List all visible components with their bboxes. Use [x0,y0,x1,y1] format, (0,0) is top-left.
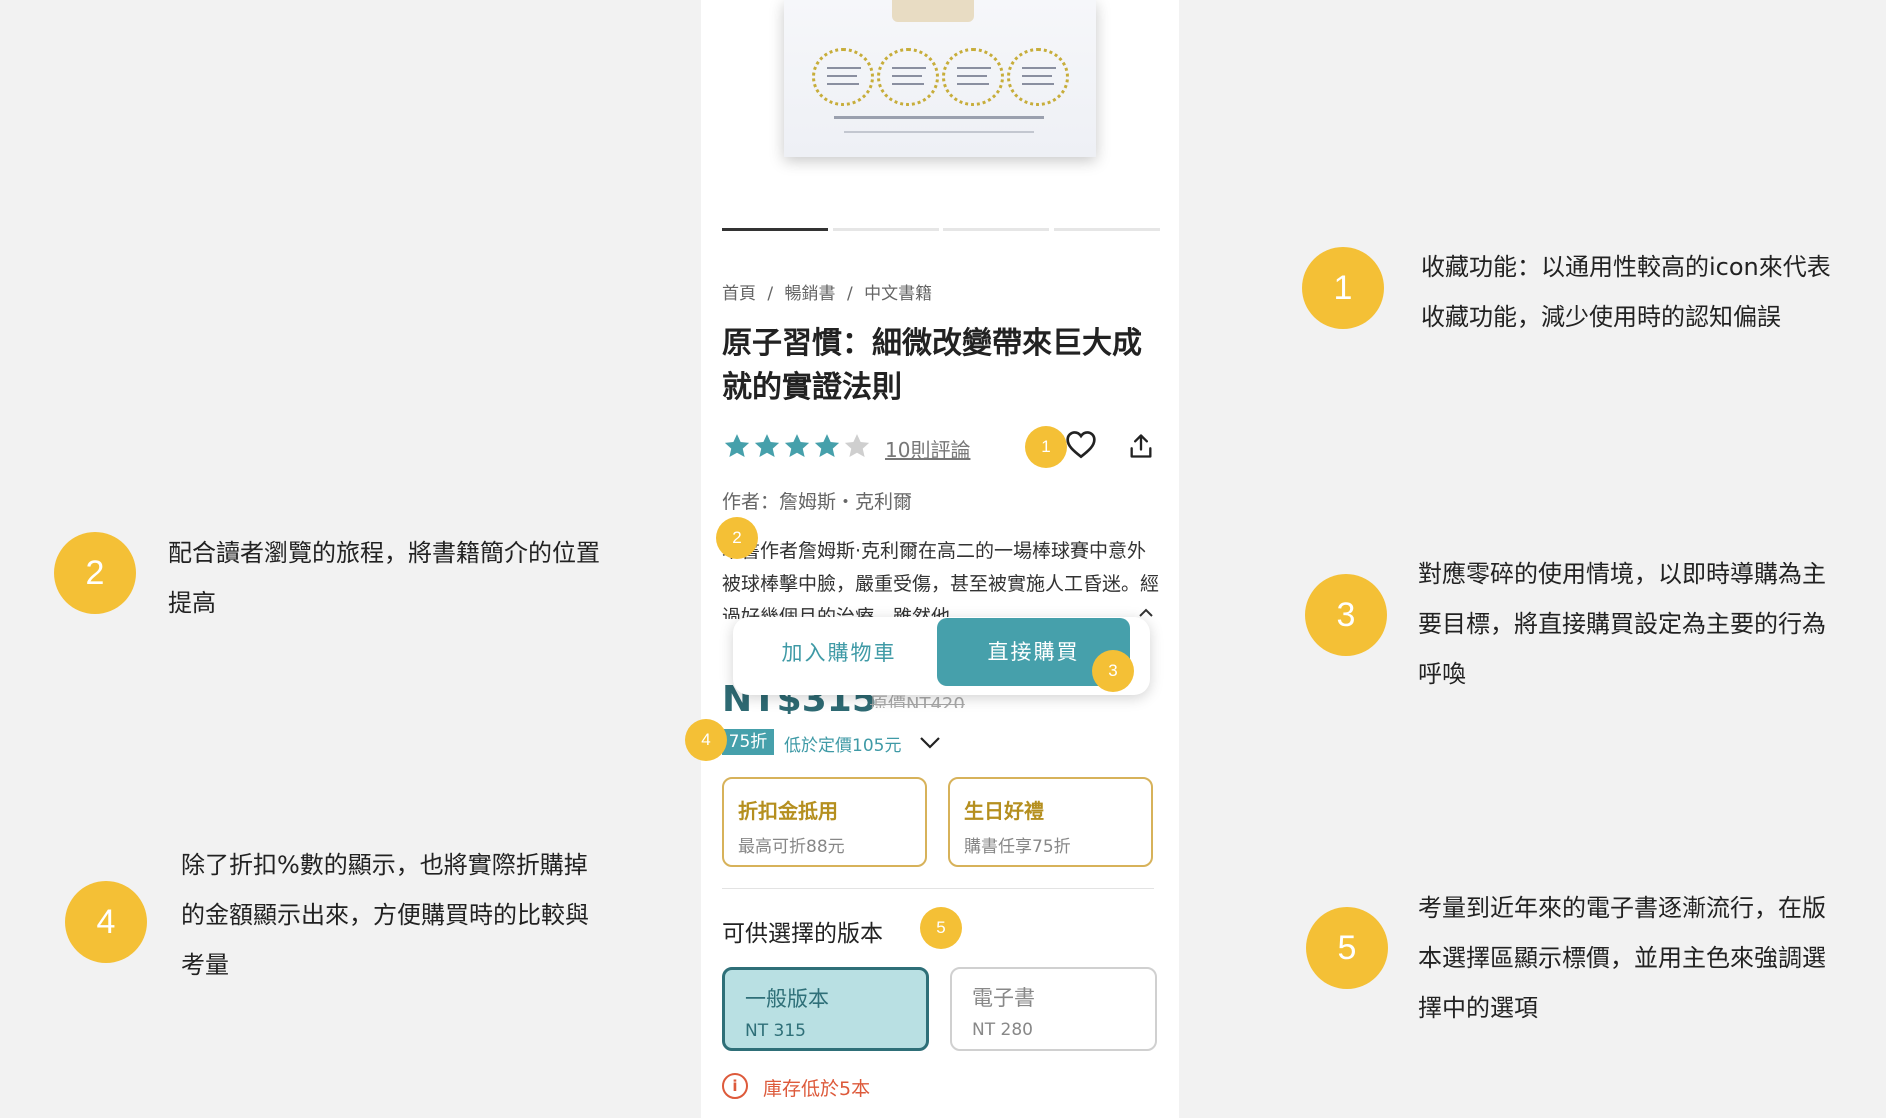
add-to-cart-button[interactable]: 加入購物車 [778,635,900,671]
carousel-indicator[interactable] [943,228,1049,231]
star-icon [724,434,750,457]
star-icon [814,434,840,457]
heart-icon[interactable] [1065,429,1097,459]
book-description: 本書作者詹姆斯·克利爾在高二的一場棒球賽中意外被球棒擊中臉，嚴重受傷，甚至被實施… [722,540,1160,619]
version-price: NT 280 [972,1020,1033,1040]
carousel-indicator-active[interactable] [722,228,828,231]
annotation-marker-2: 2 [716,517,758,559]
promo-card-birthday[interactable]: 生日好禮 購書任享75折 [948,777,1153,867]
star-rating [722,431,872,465]
author-label[interactable]: 作者：詹姆斯・克利爾 [722,487,912,514]
reviews-link[interactable]: 10則評論 [885,434,970,463]
promo-card-discount-credit[interactable]: 折扣金抵用 最高可折88元 [722,777,927,867]
annotation-4-badge: 4 [65,881,147,963]
annotation-3-badge: 3 [1305,574,1387,656]
annotation-5-text: 考量到近年來的電子書逐漸流行，在版本選擇區顯示標價，並用主色來強調選擇中的選項 [1418,894,1826,1022]
annotation-2-text: 配合讀者瀏覽的旅程，將書籍簡介的位置提高 [168,539,600,617]
annotation-1-text: 收藏功能：以通用性較高的icon來代表收藏功能，減少使用時的認知偏誤 [1421,253,1831,331]
breadcrumb-separator: / [767,284,774,304]
star-icon [784,434,810,457]
breadcrumb-bestsellers[interactable]: 暢銷書 [785,284,836,304]
stock-warning: 庫存低於5本 [763,1078,871,1100]
annotation-5-badge: 5 [1306,907,1388,989]
chevron-down-icon[interactable] [919,735,941,749]
breadcrumb-home[interactable]: 首頁 [722,284,756,304]
breadcrumb-separator: / [846,284,853,304]
book-cover-image [784,0,1096,157]
promo-subtitle: 最高可折88元 [738,837,845,857]
promo-subtitle: 購書任享75折 [964,837,1071,857]
chevron-up-icon[interactable] [1138,608,1154,618]
annotation-4-text: 除了折扣%數的顯示，也將實際折購掉的金額顯示出來，方便購買時的比較與考量 [181,851,589,979]
carousel-indicator[interactable] [833,228,939,231]
version-option-ebook[interactable]: 電子書 NT 280 [950,967,1157,1051]
version-name: 一般版本 [745,987,829,1011]
info-icon: i [722,1073,748,1099]
breadcrumb-chinese-books[interactable]: 中文書籍 [864,284,932,304]
annotation-marker-5: 5 [920,907,962,949]
discount-amount-text: 低於定價105元 [784,736,902,756]
discount-tag: 75折 [722,729,774,755]
promo-title: 生日好禮 [964,799,1044,823]
promo-title: 折扣金抵用 [738,799,838,823]
star-icon [754,434,780,457]
breadcrumb: 首頁 / 暢銷書 / 中文書籍 [722,279,938,304]
share-icon[interactable] [1127,431,1155,461]
version-option-print[interactable]: 一般版本 NT 315 [722,967,929,1051]
page-title: 原子習慣：細微改變帶來巨大成就的實證法則 [722,326,1142,405]
star-icon-empty [844,434,870,457]
carousel-indicator[interactable] [1054,228,1160,231]
annotation-3-text: 對應零碎的使用情境，以即時導購為主要目標，將直接購買設定為主要的行為呼喚 [1418,560,1826,688]
version-price: NT 315 [745,1021,806,1041]
annotation-marker-3: 3 [1092,650,1134,692]
annotation-1-badge: 1 [1302,247,1384,329]
annotation-marker-4: 4 [685,719,727,761]
versions-heading: 可供選擇的版本 [722,921,883,947]
annotation-marker-1: 1 [1025,426,1067,468]
version-name: 電子書 [972,986,1035,1010]
section-divider [722,888,1154,889]
annotation-2-badge: 2 [54,532,136,614]
